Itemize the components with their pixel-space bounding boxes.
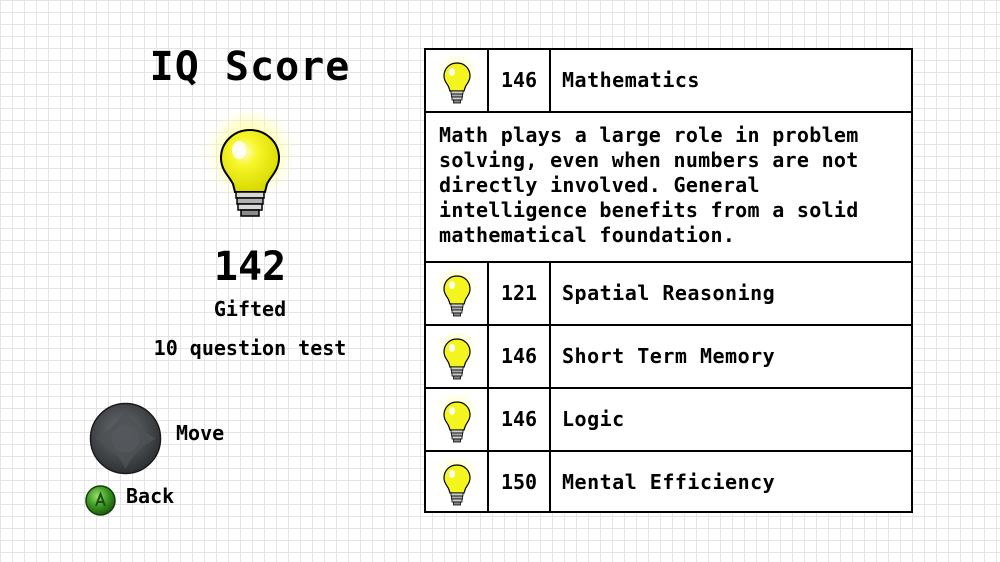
lightbulb-icon (426, 263, 489, 324)
lightbulb-icon (426, 50, 489, 111)
table-row-spatial-reasoning[interactable]: 121 Spatial Reasoning (426, 263, 911, 326)
category-name: Mathematics (562, 68, 700, 92)
table-row-logic[interactable]: 146 Logic (426, 389, 911, 452)
iq-score-value: 142 (213, 244, 287, 290)
move-label: Move (176, 421, 225, 445)
category-score: 146 (489, 50, 551, 111)
table-row-mental-efficiency[interactable]: 150 Mental Efficiency (426, 452, 911, 513)
table-row-short-term-memory[interactable]: 146 Short Term Memory (426, 326, 911, 389)
category-name: Spatial Reasoning (562, 281, 776, 305)
lightbulb-icon (426, 326, 489, 387)
iq-rating: Gifted (213, 297, 287, 321)
test-length: 10 question test (153, 336, 347, 360)
a-button-icon[interactable] (85, 485, 116, 516)
category-score: 146 (489, 389, 551, 450)
category-name: Short Term Memory (562, 344, 776, 368)
table-row-mathematics[interactable]: 146 Mathematics (426, 50, 911, 113)
lightbulb-icon (200, 112, 300, 217)
thumbstick-icon[interactable] (89, 402, 162, 475)
lightbulb-icon (426, 452, 489, 513)
category-name: Mental Efficiency (562, 470, 776, 494)
category-name: Logic (562, 407, 625, 431)
description-text: Math plays a large role in problem solvi… (439, 123, 859, 247)
category-score: 150 (489, 452, 551, 513)
page-title: IQ Score (149, 44, 351, 90)
back-label: Back (126, 484, 175, 508)
category-score: 146 (489, 326, 551, 387)
lightbulb-icon (426, 389, 489, 450)
category-score-table: 146 Mathematics Math plays a large role … (424, 48, 913, 513)
category-score: 121 (489, 263, 551, 324)
category-description: Math plays a large role in problem solvi… (426, 113, 911, 263)
